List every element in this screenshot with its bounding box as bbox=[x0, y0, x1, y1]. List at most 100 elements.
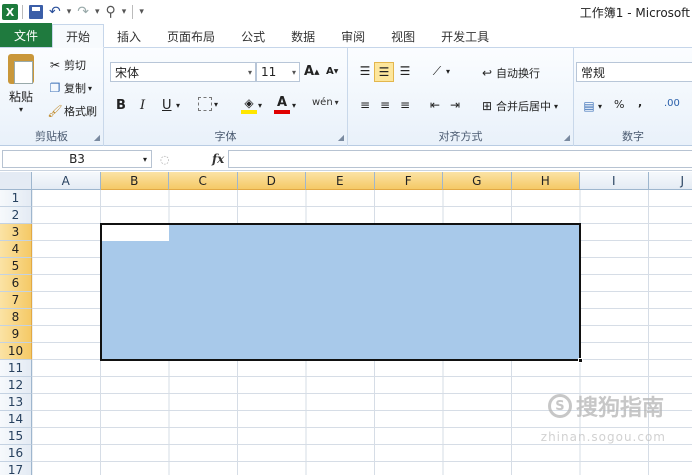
phonetic-button[interactable]: wén ▾ bbox=[312, 97, 339, 108]
column-header-j[interactable]: J bbox=[648, 172, 692, 190]
tab-insert[interactable]: 插入 bbox=[104, 25, 154, 47]
comma-button[interactable]: , bbox=[638, 96, 642, 109]
customize-qat-icon[interactable]: ▾ bbox=[137, 3, 146, 21]
tab-formulas[interactable]: 公式 bbox=[228, 25, 278, 47]
align-bottom-button[interactable]: ☰ bbox=[396, 62, 414, 80]
row-header-14[interactable]: 14 bbox=[0, 411, 32, 428]
row-header-12[interactable]: 12 bbox=[0, 377, 32, 394]
row-header-1[interactable]: 1 bbox=[0, 190, 32, 207]
chevron-down-icon: ▾ bbox=[247, 67, 252, 77]
align-left-button[interactable]: ≡ bbox=[356, 96, 374, 114]
paste-button[interactable]: 粘贴 ▾ bbox=[8, 54, 34, 114]
row-header-7[interactable]: 7 bbox=[0, 292, 32, 309]
row-header-3[interactable]: 3 bbox=[0, 224, 32, 241]
column-header-i[interactable]: I bbox=[580, 172, 649, 190]
wrap-text-icon: ↩ bbox=[481, 66, 493, 80]
tab-file[interactable]: 文件 bbox=[0, 23, 53, 47]
row-header-16[interactable]: 16 bbox=[0, 445, 32, 462]
number-format-select[interactable]: 常规 bbox=[576, 62, 692, 82]
row-header-4[interactable]: 4 bbox=[0, 241, 32, 258]
font-size-select[interactable]: 11 ▾ bbox=[256, 62, 300, 82]
row-header-13[interactable]: 13 bbox=[0, 394, 32, 411]
font-color-dropdown-icon[interactable]: ▾ bbox=[292, 101, 296, 110]
increase-indent-button[interactable]: ⇥ bbox=[446, 96, 464, 114]
merge-center-button[interactable]: ⊞ 合并后居中 ▾ bbox=[478, 97, 558, 115]
row-header-10[interactable]: 10 bbox=[0, 343, 32, 360]
font-name-select[interactable]: 宋体 ▾ bbox=[110, 62, 256, 82]
align-right-button[interactable]: ≡ bbox=[396, 96, 414, 114]
number-group: 常规 ▤ ▾ % , .00 数字 bbox=[574, 48, 692, 146]
formula-bar-handle-icon[interactable]: ◌ bbox=[160, 153, 170, 166]
percent-button[interactable]: % bbox=[614, 98, 624, 111]
row-header-17[interactable]: 17 bbox=[0, 462, 32, 475]
undo-dropdown-icon[interactable]: ▾ bbox=[65, 3, 74, 21]
fill-color-dropdown-icon[interactable]: ▾ bbox=[258, 101, 262, 110]
name-box[interactable]: B3 ▾ bbox=[2, 150, 152, 168]
column-header-a[interactable]: A bbox=[32, 172, 101, 190]
column-header-d[interactable]: D bbox=[237, 172, 306, 190]
tab-data[interactable]: 数据 bbox=[278, 25, 328, 47]
column-header-h[interactable]: H bbox=[511, 172, 580, 190]
fill-color-button[interactable]: ◈ bbox=[240, 96, 258, 114]
row-header-8[interactable]: 8 bbox=[0, 309, 32, 326]
align-middle-icon: ☰ bbox=[378, 65, 390, 79]
font-launcher-icon[interactable]: ◢ bbox=[338, 133, 344, 142]
font-color-button[interactable]: A bbox=[274, 95, 290, 114]
column-header-g[interactable]: G bbox=[443, 172, 512, 190]
align-middle-button[interactable]: ☰ bbox=[374, 62, 394, 82]
underline-button[interactable]: U bbox=[162, 98, 172, 113]
tab-review[interactable]: 审阅 bbox=[328, 25, 378, 47]
increase-decimal-button[interactable]: .00 bbox=[664, 98, 680, 109]
column-header-b[interactable]: B bbox=[100, 172, 169, 190]
tab-developer[interactable]: 开发工具 bbox=[428, 25, 502, 47]
tab-home[interactable]: 开始 bbox=[52, 24, 105, 48]
fill-handle[interactable] bbox=[578, 358, 583, 363]
shrink-font-button[interactable]: A ▼ bbox=[326, 66, 338, 77]
row-header-11[interactable]: 11 bbox=[0, 360, 32, 377]
select-all-corner[interactable] bbox=[0, 172, 32, 190]
copy-button[interactable]: ❐ 复制 ▾ bbox=[46, 79, 92, 97]
wrap-text-button[interactable]: ↩ 自动换行 bbox=[478, 64, 540, 82]
excel-logo-icon[interactable]: X bbox=[2, 4, 18, 20]
row-header-15[interactable]: 15 bbox=[0, 428, 32, 445]
redo-dropdown-icon[interactable]: ▾ bbox=[93, 3, 102, 21]
orientation-button[interactable]: ⟋ ▾ bbox=[428, 62, 450, 80]
decrease-indent-button[interactable]: ⇤ bbox=[426, 96, 444, 114]
align-top-button[interactable]: ☰ bbox=[356, 62, 374, 80]
row-header-2[interactable]: 2 bbox=[0, 207, 32, 224]
align-top-icon: ☰ bbox=[359, 64, 371, 78]
italic-button[interactable]: I bbox=[140, 98, 145, 113]
ribbon: 粘贴 ▾ ✂ 剪切 ❐ 复制 ▾ 🖌 格式刷 剪贴板 ◢ 宋体 ▾ 11 ▾ A… bbox=[0, 48, 692, 146]
row-header-5[interactable]: 5 bbox=[0, 258, 32, 275]
border-icon bbox=[198, 97, 212, 111]
grow-font-button[interactable]: A ▲ bbox=[304, 64, 319, 79]
column-header-c[interactable]: C bbox=[169, 172, 238, 190]
redo-button[interactable]: ↷ bbox=[75, 3, 91, 21]
insert-function-button[interactable]: fx bbox=[212, 152, 224, 166]
copy-label: 复制 bbox=[64, 82, 86, 95]
formula-input[interactable] bbox=[228, 150, 692, 168]
merge-center-label: 合并后居中 bbox=[496, 100, 551, 113]
save-button[interactable] bbox=[27, 3, 45, 21]
undo-button[interactable]: ↶ bbox=[47, 3, 63, 21]
tab-page-layout[interactable]: 页面布局 bbox=[154, 25, 228, 47]
align-center-button[interactable]: ≡ bbox=[376, 96, 394, 114]
alignment-launcher-icon[interactable]: ◢ bbox=[564, 133, 570, 142]
tab-view[interactable]: 视图 bbox=[378, 25, 428, 47]
underline-dropdown-icon[interactable]: ▾ bbox=[176, 101, 180, 110]
row-header-6[interactable]: 6 bbox=[0, 275, 32, 292]
format-painter-button[interactable]: 🖌 格式刷 bbox=[46, 102, 97, 120]
column-header-f[interactable]: F bbox=[374, 172, 443, 190]
accounting-format-button[interactable]: ▤ ▾ bbox=[580, 97, 602, 115]
cut-button[interactable]: ✂ 剪切 bbox=[46, 56, 86, 74]
custom-dropdown-icon[interactable]: ▾ bbox=[120, 3, 129, 21]
phonetic-icon: wén bbox=[312, 97, 333, 108]
row-header-9[interactable]: 9 bbox=[0, 326, 32, 343]
bold-button[interactable]: B bbox=[116, 98, 126, 113]
clipboard-launcher-icon[interactable]: ◢ bbox=[94, 133, 100, 142]
borders-button[interactable]: ▾ bbox=[198, 97, 218, 111]
font-group: 宋体 ▾ 11 ▾ A ▲ A ▼ B I U ▾ ▾ ◈ ▾ A ▾ wén ▾ 字… bbox=[104, 48, 348, 146]
sogou-logo-icon: S bbox=[547, 394, 572, 418]
custom-command-icon[interactable]: ⚲ bbox=[104, 3, 118, 21]
column-header-e[interactable]: E bbox=[306, 172, 375, 190]
